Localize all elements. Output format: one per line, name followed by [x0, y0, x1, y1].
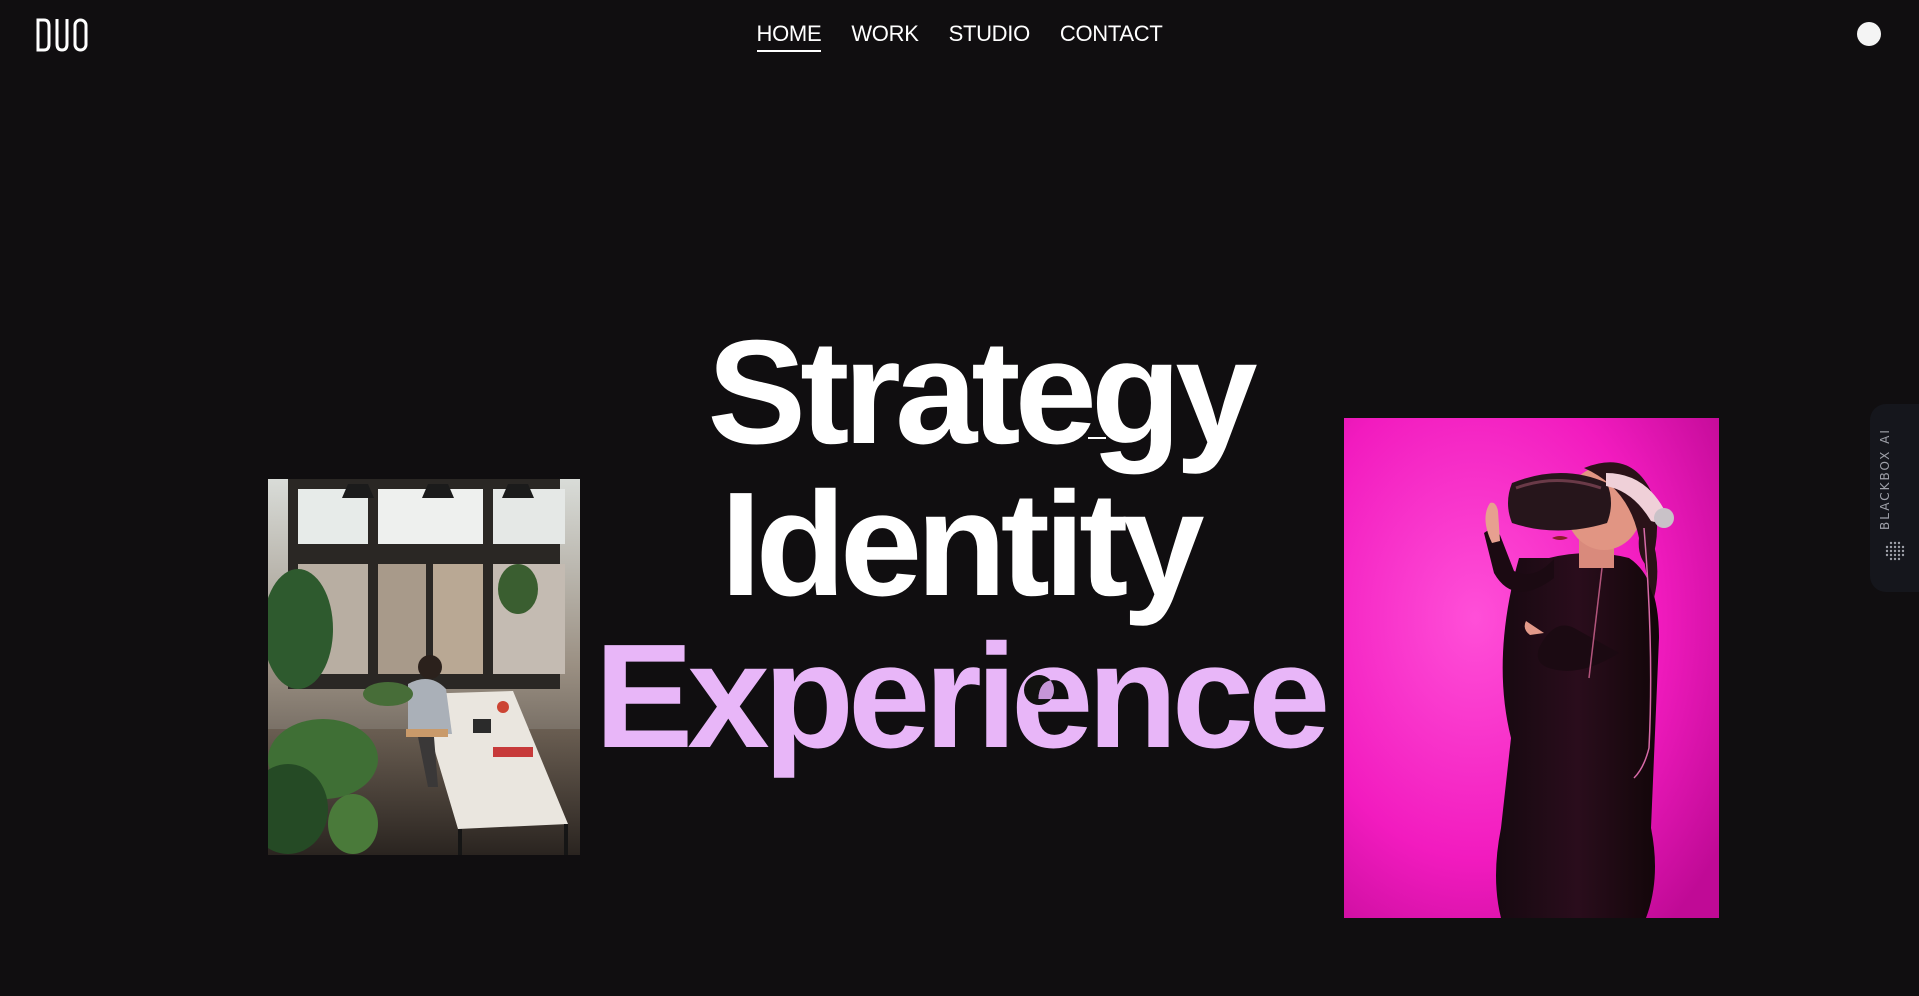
vr-headset-person-photo — [1344, 418, 1719, 918]
text-cursor-marker — [1088, 437, 1106, 439]
theme-toggle-button[interactable] — [1857, 22, 1881, 46]
blackbox-ai-side-tab[interactable]: BLACKBOX AI — [1870, 404, 1919, 592]
dots-sphere-icon — [1882, 538, 1908, 564]
nav-work-link[interactable]: WORK — [851, 20, 919, 52]
nav-home-link[interactable]: HOME — [756, 20, 822, 52]
cursor-blend-dot — [1024, 675, 1054, 705]
nav-contact-link[interactable]: CONTACT — [1060, 20, 1163, 52]
nav-studio-link[interactable]: STUDIO — [949, 20, 1031, 52]
side-tab-label: BLACKBOX AI — [1878, 428, 1892, 530]
main-nav: HOME WORK STUDIO CONTACT — [0, 20, 1919, 52]
